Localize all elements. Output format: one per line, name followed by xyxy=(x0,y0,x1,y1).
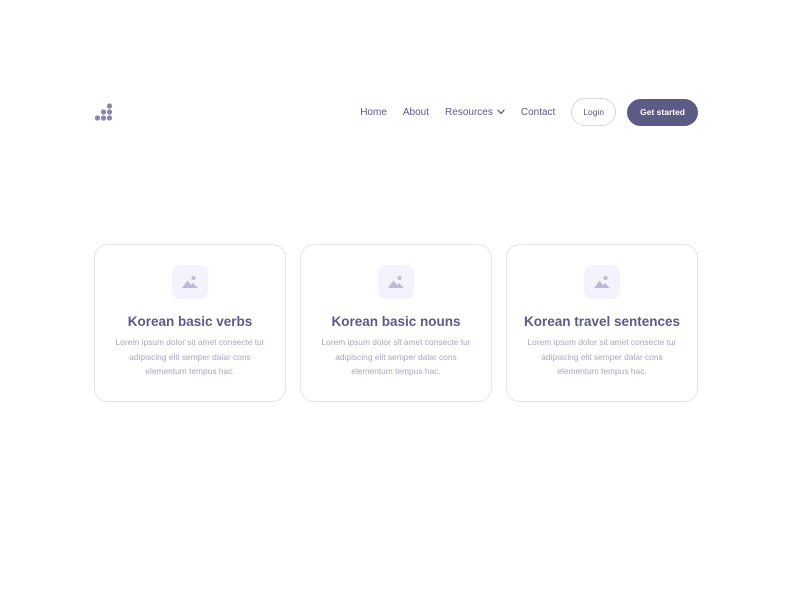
image-placeholder-icon xyxy=(584,265,620,299)
image-placeholder-icon xyxy=(378,265,414,299)
nav-contact-link[interactable]: Contact xyxy=(521,107,555,118)
card-description: Lorem ipsum dolor sit amet consecte tur … xyxy=(115,337,265,376)
image-placeholder-icon xyxy=(172,265,208,299)
nav-home-link[interactable]: Home xyxy=(360,107,387,118)
nav-about-link[interactable]: About xyxy=(403,107,429,118)
card-korean-basic-verbs[interactable]: Korean basic verbs Lorem ipsum dolor sit… xyxy=(94,244,286,402)
nav-resources-label: Resources xyxy=(445,106,493,118)
top-navigation: Home About Resources Contact Login Get s… xyxy=(94,98,698,126)
chevron-down-icon xyxy=(497,107,505,118)
card-title: Korean basic verbs xyxy=(127,314,253,329)
get-started-button[interactable]: Get started xyxy=(627,98,698,126)
card-title: Korean travel sentences xyxy=(523,314,681,329)
nav-links: Home About Resources Contact Login Get s… xyxy=(360,98,698,126)
login-button[interactable]: Login xyxy=(571,98,617,126)
card-korean-travel-sentences[interactable]: Korean travel sentences Lorem ipsum dolo… xyxy=(506,244,698,402)
feature-cards: Korean basic verbs Lorem ipsum dolor sit… xyxy=(94,244,698,402)
card-description: Lorem ipsum dolor sit amet consecte tur … xyxy=(321,337,471,376)
dots-logo-icon[interactable] xyxy=(94,102,114,122)
card-title: Korean basic nouns xyxy=(331,314,461,329)
card-korean-basic-nouns[interactable]: Korean basic nouns Lorem ipsum dolor sit… xyxy=(300,244,492,402)
nav-resources-dropdown[interactable]: Resources xyxy=(445,107,505,118)
card-description: Lorem ipsum dolor sit amet consecte tur … xyxy=(527,337,677,376)
